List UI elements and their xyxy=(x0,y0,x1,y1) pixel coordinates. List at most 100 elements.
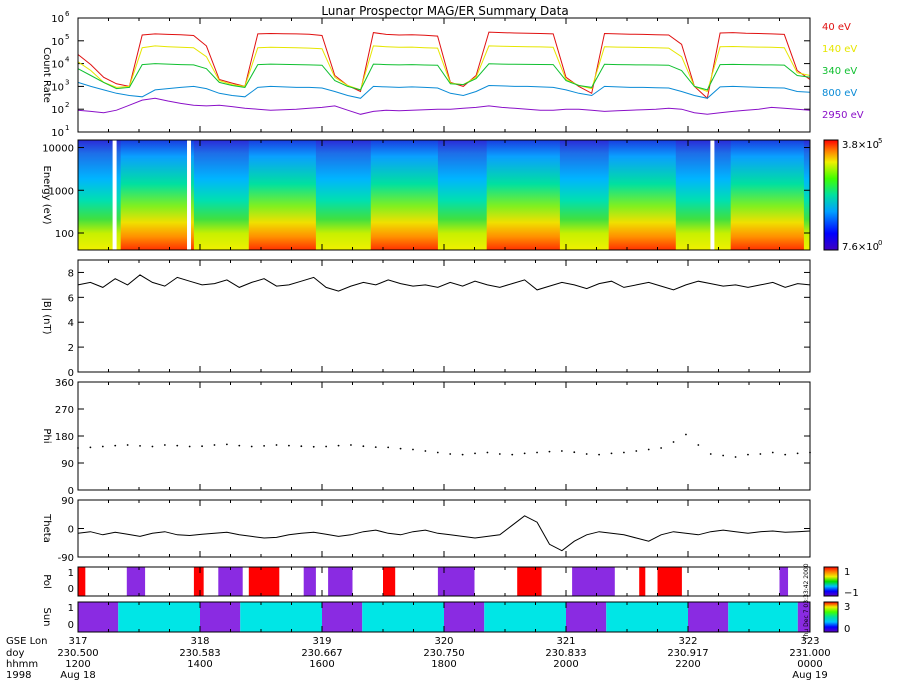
phi-point xyxy=(362,445,365,448)
phi-point xyxy=(387,446,390,449)
x-axis-tick-label: 230.750 xyxy=(423,648,464,659)
y-tick-label: 90 xyxy=(61,459,74,470)
pol-band xyxy=(572,567,615,596)
phi-point xyxy=(399,447,402,450)
x-axis-tick-label: 2200 xyxy=(675,659,700,670)
colorbar-min-label: 0 xyxy=(844,624,850,635)
phi-point xyxy=(573,451,576,454)
phi-point xyxy=(213,444,216,446)
phi-point xyxy=(486,451,489,454)
y-tick-label: 360 xyxy=(55,378,74,389)
y-tick-label: 0 xyxy=(68,584,74,595)
legend-entry: 340 eV xyxy=(822,66,857,77)
phi-point xyxy=(114,444,117,447)
phi-point xyxy=(201,445,203,448)
y-tick-label: 10000 xyxy=(42,144,74,155)
phi-point xyxy=(784,453,787,456)
phi-point xyxy=(163,444,166,446)
phi-point xyxy=(523,452,526,455)
x-axis-tick-label: 1400 xyxy=(187,659,212,670)
spectrogram-high-flux xyxy=(248,140,316,250)
x-axis-row-label: doy xyxy=(6,648,24,659)
y-tick-label: 100 xyxy=(55,229,74,240)
x-axis-tick-label: 320 xyxy=(434,636,453,647)
legend-entry: 40 eV xyxy=(822,22,851,33)
phi-point xyxy=(635,450,638,452)
phi-point xyxy=(536,451,538,454)
phi-point xyxy=(139,445,141,447)
x-axis-tick-label: 2000 xyxy=(553,659,578,670)
x-axis-tick-label: 318 xyxy=(190,636,209,647)
sun-band xyxy=(606,602,688,632)
pol-band xyxy=(437,567,475,596)
phi-point xyxy=(672,441,675,443)
y-tick-label: 180 xyxy=(55,432,74,443)
y-tick-exponent: 2 xyxy=(65,101,69,109)
phi-point xyxy=(734,456,737,458)
magnitude-b-frame xyxy=(77,259,811,373)
y-tick-label: 0 xyxy=(68,620,74,631)
spectrogram-high-flux xyxy=(120,140,194,250)
timestamp-note: Thu Dec 7 03:33:42 2000 xyxy=(803,563,810,641)
sun-band xyxy=(566,602,607,632)
y-tick-label: -90 xyxy=(58,553,74,564)
series-line xyxy=(77,97,811,115)
x-axis-row-label: hhmm xyxy=(6,659,38,670)
sun-band xyxy=(78,602,119,632)
y-tick-label: 10 xyxy=(51,60,64,71)
phi-point xyxy=(610,452,613,455)
x-axis-tick-label: 230.583 xyxy=(179,648,220,659)
sun-band xyxy=(688,602,729,632)
spectrogram-high-flux xyxy=(730,140,804,250)
phi-point xyxy=(263,445,266,447)
phi-frame xyxy=(77,381,811,491)
spectrogram-high-flux xyxy=(370,140,438,250)
y-tick-label: 1 xyxy=(68,568,74,579)
phi-point xyxy=(176,444,179,447)
y-tick-label: 10 xyxy=(51,14,64,25)
phi-point xyxy=(647,448,650,451)
legend-entry: 140 eV xyxy=(822,44,857,55)
pol-band xyxy=(126,567,146,596)
phi-point xyxy=(685,433,687,436)
colorbar-min-exponent: 0 xyxy=(878,239,882,247)
colorbar-min-label: −1 xyxy=(844,588,859,599)
phi-point xyxy=(622,451,625,454)
phi-point xyxy=(585,453,588,455)
y-tick-label: 10 xyxy=(51,128,64,139)
series-line xyxy=(77,81,811,99)
y-tick-label: 6 xyxy=(68,293,74,304)
y-tick-label: 10 xyxy=(51,105,64,116)
pol-band xyxy=(779,567,789,596)
sun-ylabel: Sun xyxy=(41,607,52,626)
x-axis-tick-label: 230.500 xyxy=(57,648,98,659)
sun-band xyxy=(322,602,363,632)
sun-band xyxy=(362,602,444,632)
x-axis-tick-label: 231.000 xyxy=(789,648,830,659)
phi-point xyxy=(288,444,290,447)
phi-point xyxy=(151,445,154,448)
phi-point xyxy=(337,444,340,447)
pol-band xyxy=(218,567,243,596)
phi-point xyxy=(300,445,303,448)
x-axis-tick-label: Aug 19 xyxy=(792,670,827,681)
phi-point xyxy=(548,450,551,453)
sun-band xyxy=(484,602,566,632)
phi-point xyxy=(424,450,427,452)
x-axis-tick-label: 230.667 xyxy=(301,648,342,659)
spectrogram-data-gap xyxy=(112,140,117,250)
phi-point xyxy=(598,453,600,456)
y-tick-exponent: 6 xyxy=(65,10,70,18)
y-tick-label: 0 xyxy=(68,525,74,536)
x-axis-tick-label: Aug 18 xyxy=(60,670,95,681)
phi-point xyxy=(660,447,663,449)
count-rate-ylabel: Count Rate xyxy=(41,47,52,103)
y-tick-exponent: 3 xyxy=(65,78,69,86)
colorbar-max-label: 1 xyxy=(844,567,850,578)
summary-plot: Lunar Prospector MAG/ER Summary Data 10 1… xyxy=(6,4,882,681)
phi-point xyxy=(325,445,328,448)
phi-point xyxy=(225,443,228,446)
pol-band xyxy=(78,567,86,596)
sun-band xyxy=(444,602,485,632)
phi-ylabel: Phi xyxy=(41,428,52,443)
